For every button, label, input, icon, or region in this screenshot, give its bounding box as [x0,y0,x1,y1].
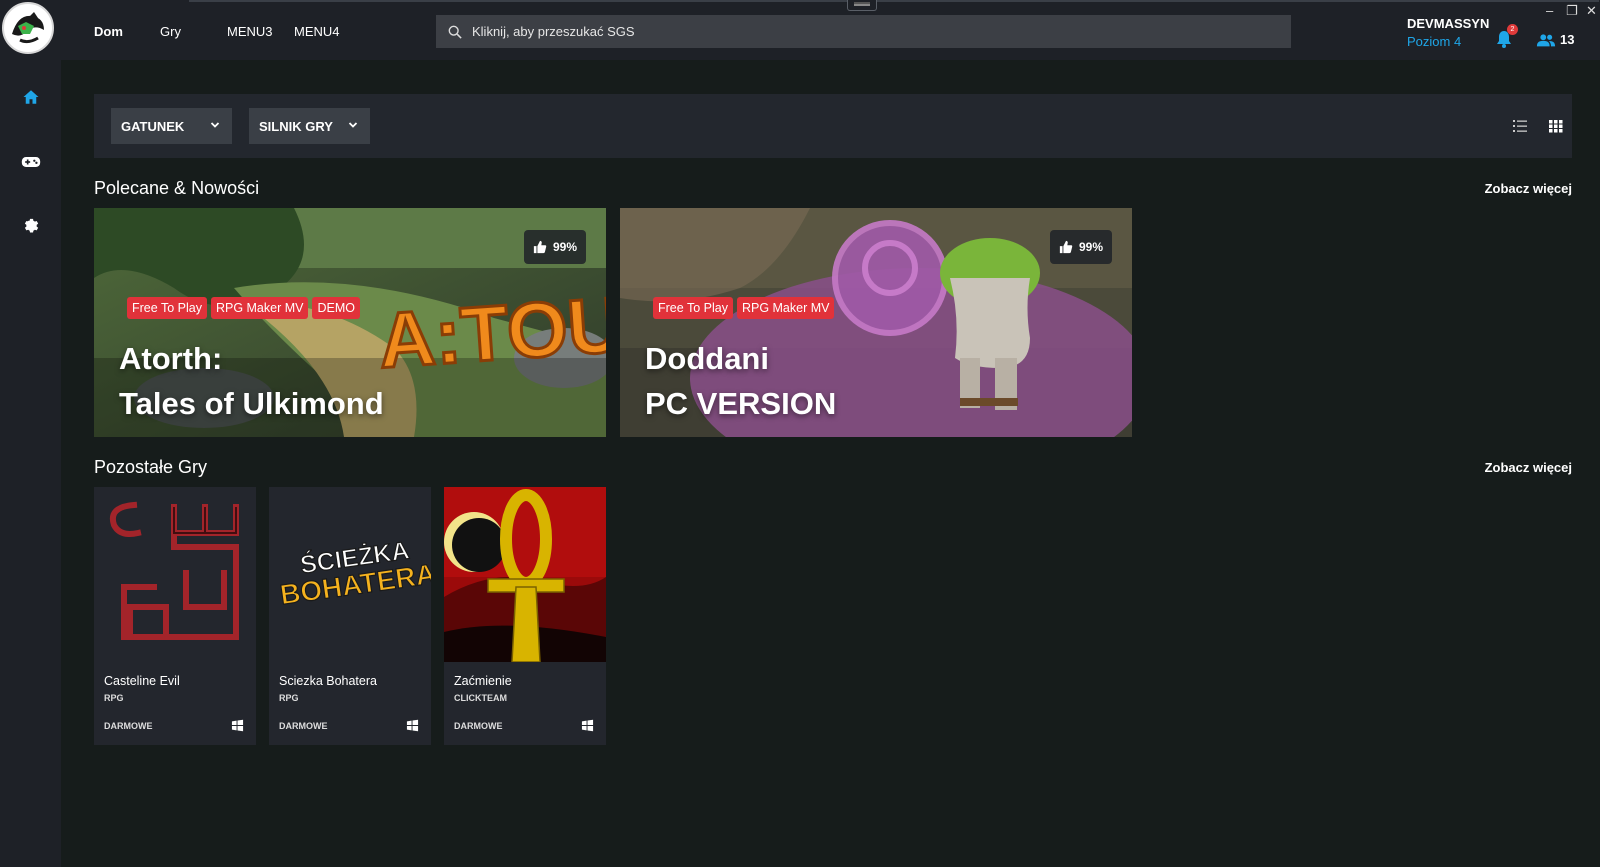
rating-badge: 99% [1049,230,1112,264]
tag[interactable]: Free To Play [127,297,207,319]
search-input[interactable] [472,24,1252,39]
game-title: Zaćmienie [454,674,512,688]
engine-dropdown-label: SILNIK GRY [259,118,333,134]
chevron-down-icon [348,122,358,128]
game-genre: CLICKTEAM [454,693,507,703]
tag[interactable]: RPG Maker MV [736,297,835,319]
list-view-icon[interactable] [1512,118,1528,134]
restore-button[interactable]: ❐ [1566,4,1578,18]
sidebar-item-settings[interactable] [0,205,61,245]
featured-title-line1: Atorth: [119,341,223,376]
gamepad-icon [21,157,40,167]
other-games-see-more-link[interactable]: Zobacz więcej [1485,460,1572,475]
game-card-art: ŚCIEŻKA BOHATERA [269,487,431,662]
home-icon [23,90,38,104]
featured-title: Doddani PC VERSION [645,336,836,426]
drag-handle[interactable] [847,0,877,11]
nav-menu4[interactable]: MENU4 [294,24,340,39]
friends-icon [1536,33,1556,46]
username: DEVMASSYN [1407,16,1490,31]
game-price: DARMOWE [279,721,328,731]
atou-logo-text: A:TOU [376,280,606,385]
sidebar [0,0,61,867]
game-card-art [444,487,606,662]
rating-badge: 99% [523,230,586,264]
app-logo[interactable] [2,2,54,54]
game-title: Sciezka Bohatera [279,674,377,688]
game-card-zacmienie[interactable]: Zaćmienie CLICKTEAM DARMOWE [444,487,606,745]
featured-title-line1: Doddani [645,341,769,376]
top-bar: Dom Gry MENU3 MENU4 DEVMASSYN Poziom 4 2… [61,0,1600,60]
featured-title: Atorth: Tales of Ulkimond [119,336,384,426]
tag[interactable]: DEMO [312,297,360,319]
featured-section-title: Polecane & Nowości [94,178,260,198]
close-button[interactable]: ✕ [1586,4,1597,18]
tag-list: Free To Play RPG Maker MV [653,297,835,319]
game-genre: RPG [104,693,124,703]
game-card-art [94,487,256,662]
top-divider [189,0,1599,2]
windows-icon [581,719,594,732]
sidebar-item-home[interactable] [0,77,61,117]
friends-button[interactable]: 13 [1536,32,1574,47]
game-title: Casteline Evil [104,674,180,688]
game-genre: RPG [279,693,299,703]
search-icon [448,25,462,39]
notification-badge: 2 [1507,24,1518,35]
search-bar[interactable] [436,15,1291,48]
genre-dropdown[interactable]: GATUNEK [111,108,232,144]
featured-card-doddani[interactable]: 99% Free To Play RPG Maker MV Doddani PC… [620,208,1132,437]
user-level: Poziom 4 [1407,34,1462,49]
windows-icon [406,719,419,732]
featured-card-atorth[interactable]: A:TOU 99% Free To Play RPG Maker MV DEMO… [94,208,606,437]
game-card-casteline-evil[interactable]: Casteline Evil RPG DARMOWE [94,487,256,745]
atou-logo: A:TOU [374,278,606,386]
user-info[interactable]: DEVMASSYN Poziom 4 [1407,16,1489,49]
thumbs-up-icon [533,240,547,254]
settings-icon [24,218,38,233]
thumbs-up-icon [1059,240,1073,254]
engine-dropdown[interactable]: SILNIK GRY [249,108,370,144]
featured-title-line2: Tales of Ulkimond [119,386,384,421]
filter-bar: GATUNEK SILNIK GRY [94,94,1572,158]
sidebar-item-games[interactable] [0,142,61,182]
game-price: DARMOWE [104,721,153,731]
rating-value: 99% [1078,240,1103,254]
game-price: DARMOWE [454,721,503,731]
minimize-button[interactable]: – [1546,4,1553,18]
rating-value: 99% [552,240,577,254]
tag-list: Free To Play RPG Maker MV DEMO [127,297,360,319]
game-card-sciezka-bohatera[interactable]: ŚCIEŻKA BOHATERA Sciezka Bohatera RPG DA… [269,487,431,745]
tag[interactable]: Free To Play [653,297,733,319]
tag[interactable]: RPG Maker MV [210,297,309,319]
chevron-down-icon [210,122,220,128]
featured-title-line2: PC VERSION [645,386,837,421]
windows-icon [231,719,244,732]
nav-home[interactable]: Dom [94,24,123,39]
nav-games[interactable]: Gry [160,24,181,39]
friends-count: 13 [1560,32,1575,47]
grid-view-icon[interactable] [1548,118,1564,134]
featured-see-more-link[interactable]: Zobacz więcej [1485,181,1572,196]
nav-menu3[interactable]: MENU3 [227,24,273,39]
other-games-section-title: Pozostałe Gry [94,457,208,477]
genre-dropdown-label: GATUNEK [121,118,185,134]
